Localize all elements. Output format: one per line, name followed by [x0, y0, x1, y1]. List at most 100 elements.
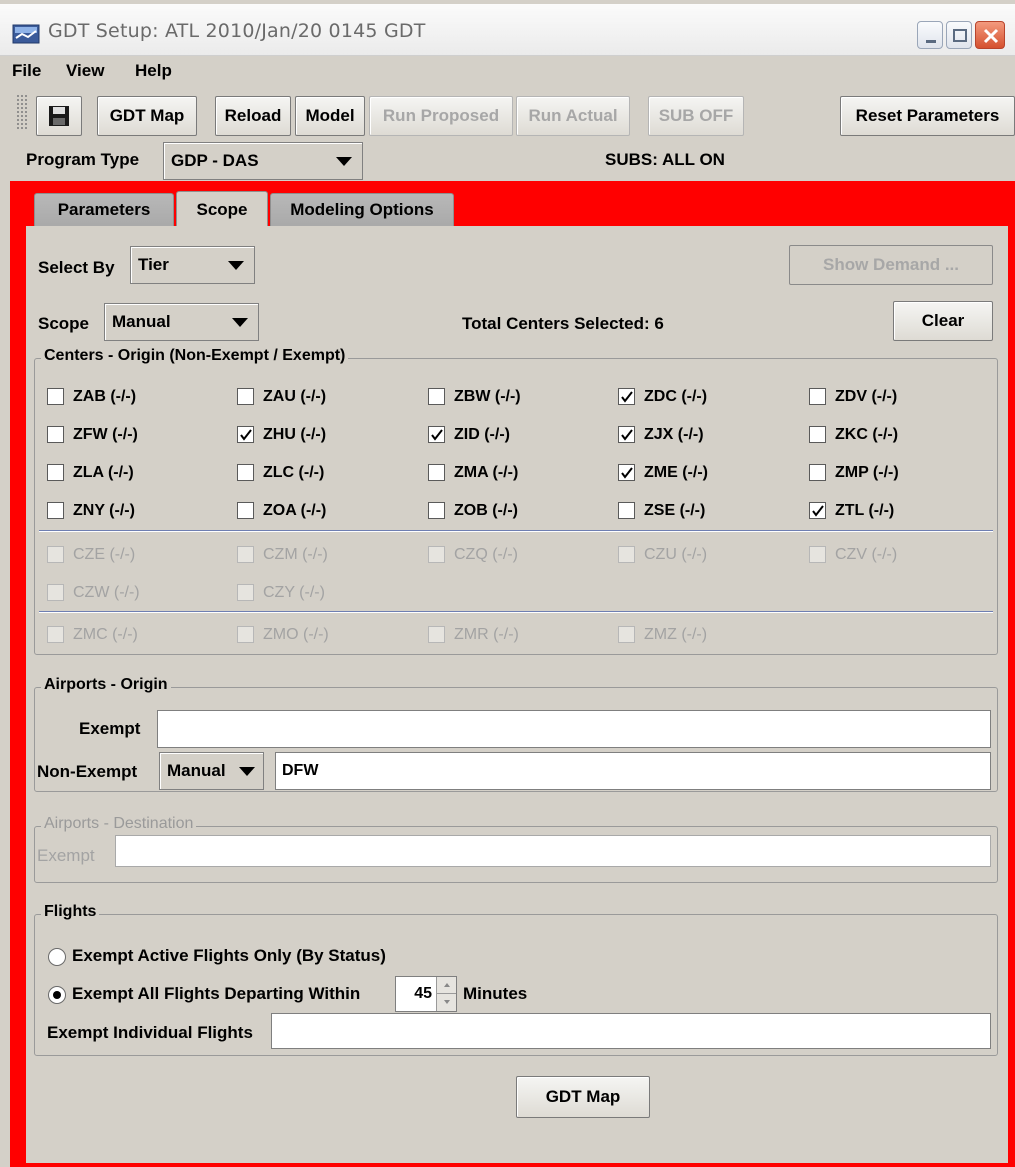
checkbox-box[interactable] [428, 464, 445, 481]
checkbox-box[interactable] [809, 546, 826, 563]
checkbox-box[interactable] [809, 388, 826, 405]
checkbox-box[interactable] [47, 502, 64, 519]
center-checkbox-czw[interactable]: CZW (-/-) [43, 581, 140, 605]
checkbox-box[interactable] [809, 502, 826, 519]
checkbox-box[interactable] [237, 546, 254, 563]
center-checkbox-zab[interactable]: ZAB (-/-) [43, 385, 136, 409]
center-checkbox-zoa[interactable]: ZOA (-/-) [233, 499, 326, 523]
show-demand-button[interactable]: Show Demand ... [789, 245, 993, 285]
origin-exempt-input[interactable] [157, 710, 991, 748]
checkbox-box[interactable] [47, 584, 64, 601]
run-proposed-button[interactable]: Run Proposed [369, 96, 513, 136]
gdt-map-button[interactable]: GDT Map [97, 96, 197, 136]
checkbox-box[interactable] [237, 426, 254, 443]
tab-parameters[interactable]: Parameters [34, 193, 174, 227]
center-checkbox-zid[interactable]: ZID (-/-) [424, 423, 510, 447]
center-checkbox-zla[interactable]: ZLA (-/-) [43, 461, 134, 485]
center-label: CZY (-/-) [263, 584, 325, 601]
scope-dropdown[interactable]: Manual [104, 303, 259, 341]
run-actual-button[interactable]: Run Actual [516, 96, 630, 136]
exempt-all-radio[interactable] [48, 986, 66, 1004]
checkbox-box[interactable] [618, 626, 635, 643]
checkbox-box[interactable] [47, 546, 64, 563]
minimize-icon[interactable] [917, 21, 943, 49]
center-checkbox-zmr[interactable]: ZMR (-/-) [424, 623, 519, 647]
spinner-up-icon[interactable] [436, 977, 456, 994]
checkbox-box[interactable] [237, 584, 254, 601]
checkbox-box[interactable] [618, 546, 635, 563]
exempt-individual-input[interactable] [271, 1013, 991, 1049]
maximize-icon[interactable] [946, 21, 972, 49]
center-checkbox-zmz[interactable]: ZMZ (-/-) [614, 623, 707, 647]
select-by-dropdown[interactable]: Tier [130, 246, 255, 284]
checkbox-box[interactable] [47, 464, 64, 481]
model-button[interactable]: Model [295, 96, 365, 136]
center-checkbox-zbw[interactable]: ZBW (-/-) [424, 385, 521, 409]
center-checkbox-zob[interactable]: ZOB (-/-) [424, 499, 518, 523]
exempt-active-radio[interactable] [48, 948, 66, 966]
spinner-down-icon[interactable] [436, 994, 456, 1011]
center-checkbox-cze[interactable]: CZE (-/-) [43, 543, 135, 567]
toolbar-grip[interactable] [16, 94, 28, 130]
center-checkbox-zhu[interactable]: ZHU (-/-) [233, 423, 326, 447]
checkbox-box[interactable] [618, 502, 635, 519]
center-checkbox-zse[interactable]: ZSE (-/-) [614, 499, 705, 523]
checkbox-box[interactable] [237, 464, 254, 481]
center-label: ZTL (-/-) [835, 502, 895, 519]
save-button[interactable] [36, 96, 82, 136]
tab-modeling-options[interactable]: Modeling Options [270, 193, 454, 227]
reload-button[interactable]: Reload [215, 96, 291, 136]
center-checkbox-zmc[interactable]: ZMC (-/-) [43, 623, 138, 647]
checkbox-box[interactable] [428, 626, 445, 643]
center-checkbox-czv[interactable]: CZV (-/-) [805, 543, 897, 567]
center-checkbox-zkc[interactable]: ZKC (-/-) [805, 423, 898, 447]
center-checkbox-zny[interactable]: ZNY (-/-) [43, 499, 135, 523]
center-checkbox-zfw[interactable]: ZFW (-/-) [43, 423, 138, 447]
checkbox-box[interactable] [428, 546, 445, 563]
exempt-active-label: Exempt Active Flights Only (By Status) [72, 946, 386, 965]
center-checkbox-zlc[interactable]: ZLC (-/-) [233, 461, 324, 485]
menu-file[interactable]: File [12, 61, 41, 81]
non-exempt-mode-dropdown[interactable]: Manual [159, 752, 264, 790]
origin-non-exempt-input[interactable]: DFW [275, 752, 991, 790]
checkbox-box[interactable] [618, 426, 635, 443]
checkbox-box[interactable] [428, 502, 445, 519]
checkbox-box[interactable] [618, 388, 635, 405]
clear-button[interactable]: Clear [893, 301, 993, 341]
center-checkbox-czy[interactable]: CZY (-/-) [233, 581, 325, 605]
checkbox-box[interactable] [47, 426, 64, 443]
checkbox-box[interactable] [809, 426, 826, 443]
checkbox-box[interactable] [47, 388, 64, 405]
center-checkbox-zdv[interactable]: ZDV (-/-) [805, 385, 897, 409]
destination-exempt-input[interactable] [115, 835, 991, 867]
center-checkbox-zme[interactable]: ZME (-/-) [614, 461, 708, 485]
center-label: CZV (-/-) [835, 546, 898, 563]
checkbox-box[interactable] [428, 388, 445, 405]
footer-gdt-map-button[interactable]: GDT Map [516, 1076, 650, 1118]
menu-help[interactable]: Help [135, 61, 172, 81]
checkbox-box[interactable] [47, 626, 64, 643]
checkbox-box[interactable] [237, 388, 254, 405]
checkbox-box[interactable] [618, 464, 635, 481]
center-checkbox-czu[interactable]: CZU (-/-) [614, 543, 707, 567]
center-checkbox-czq[interactable]: CZQ (-/-) [424, 543, 518, 567]
menu-view[interactable]: View [66, 61, 104, 81]
checkbox-box[interactable] [237, 502, 254, 519]
reset-parameters-button[interactable]: Reset Parameters [840, 96, 1015, 136]
center-checkbox-zma[interactable]: ZMA (-/-) [424, 461, 518, 485]
checkbox-box[interactable] [237, 626, 254, 643]
center-checkbox-ztl[interactable]: ZTL (-/-) [805, 499, 894, 523]
center-checkbox-zau[interactable]: ZAU (-/-) [233, 385, 326, 409]
sub-off-button[interactable]: SUB OFF [648, 96, 744, 136]
minutes-spinner[interactable]: 45 [395, 976, 457, 1012]
checkbox-box[interactable] [809, 464, 826, 481]
center-checkbox-zdc[interactable]: ZDC (-/-) [614, 385, 707, 409]
program-type-dropdown[interactable]: GDP - DAS [163, 142, 363, 180]
checkbox-box[interactable] [428, 426, 445, 443]
close-icon[interactable] [975, 21, 1005, 49]
center-checkbox-zjx[interactable]: ZJX (-/-) [614, 423, 704, 447]
center-checkbox-zmp[interactable]: ZMP (-/-) [805, 461, 899, 485]
center-checkbox-zmo[interactable]: ZMO (-/-) [233, 623, 329, 647]
center-checkbox-czm[interactable]: CZM (-/-) [233, 543, 328, 567]
tab-scope[interactable]: Scope [176, 191, 268, 227]
